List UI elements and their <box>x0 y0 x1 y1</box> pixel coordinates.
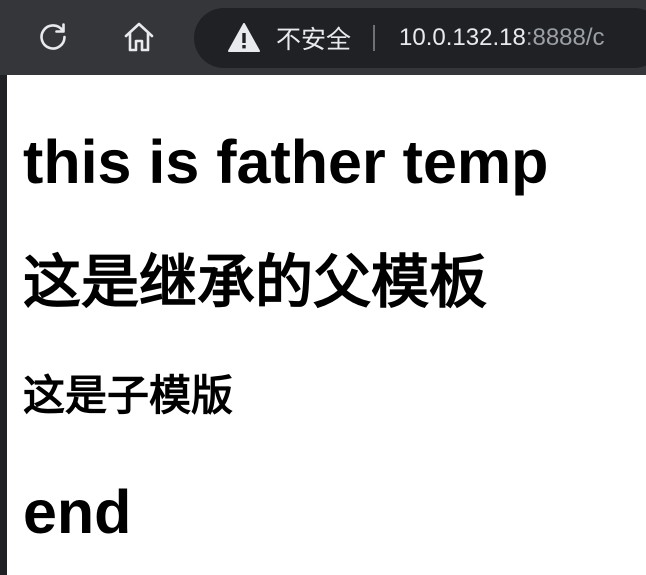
page-viewport: this is father temp 这是继承的父模板 这是子模版 end <box>7 75 646 575</box>
child-heading: 这是子模版 <box>23 371 234 420</box>
inherit-heading: 这是继承的父模板 <box>23 248 488 316</box>
url-path: :8888/c <box>525 24 605 51</box>
address-bar[interactable]: 不安全 10.0.132.18:8888/c <box>194 8 646 68</box>
home-icon <box>124 22 154 52</box>
warning-icon[interactable] <box>228 23 260 53</box>
address-divider <box>373 25 376 51</box>
url-text[interactable]: 10.0.132.18:8888/c <box>399 24 605 52</box>
browser-toolbar: 不安全 10.0.132.18:8888/c <box>0 0 646 75</box>
father-heading: this is father temp <box>23 128 549 196</box>
reload-button[interactable] <box>30 14 76 60</box>
security-label[interactable]: 不安全 <box>276 20 351 56</box>
reload-icon <box>40 23 66 50</box>
end-heading: end <box>23 478 132 546</box>
url-host: 10.0.132.18 <box>399 24 526 51</box>
home-button[interactable] <box>116 14 162 60</box>
